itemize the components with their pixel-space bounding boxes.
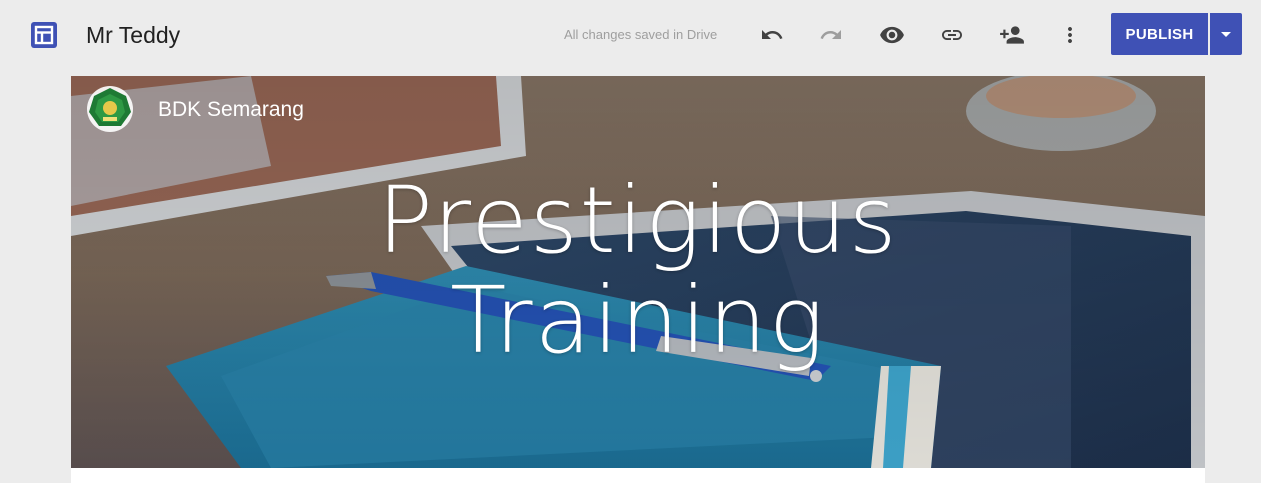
- add-person-icon[interactable]: [996, 19, 1028, 51]
- preview-icon[interactable]: [876, 19, 908, 51]
- hero-title-line-2: Training: [450, 267, 826, 374]
- hero-title[interactable]: Prestigious Training: [71, 171, 1205, 371]
- site-logo[interactable]: [85, 84, 135, 134]
- redo-icon[interactable]: [815, 19, 847, 51]
- toolbar: Mr Teddy All changes saved in Drive PUBL…: [0, 0, 1261, 68]
- hero-banner[interactable]: BDK Semarang Prestigious Training: [71, 76, 1205, 468]
- hero-title-line-1: Prestigious: [377, 167, 899, 274]
- publish-button[interactable]: PUBLISH: [1111, 13, 1208, 55]
- document-title[interactable]: Mr Teddy: [86, 20, 180, 50]
- dropdown-arrow-icon: [1221, 32, 1231, 37]
- save-status: All changes saved in Drive: [564, 27, 718, 42]
- publish-options-button[interactable]: [1210, 13, 1242, 55]
- site-canvas: BDK Semarang Prestigious Training: [71, 76, 1205, 483]
- site-name[interactable]: BDK Semarang: [158, 96, 304, 124]
- undo-icon[interactable]: [756, 19, 788, 51]
- more-vert-icon[interactable]: [1054, 19, 1086, 51]
- sites-app-icon[interactable]: [31, 22, 57, 48]
- link-icon[interactable]: [936, 19, 968, 51]
